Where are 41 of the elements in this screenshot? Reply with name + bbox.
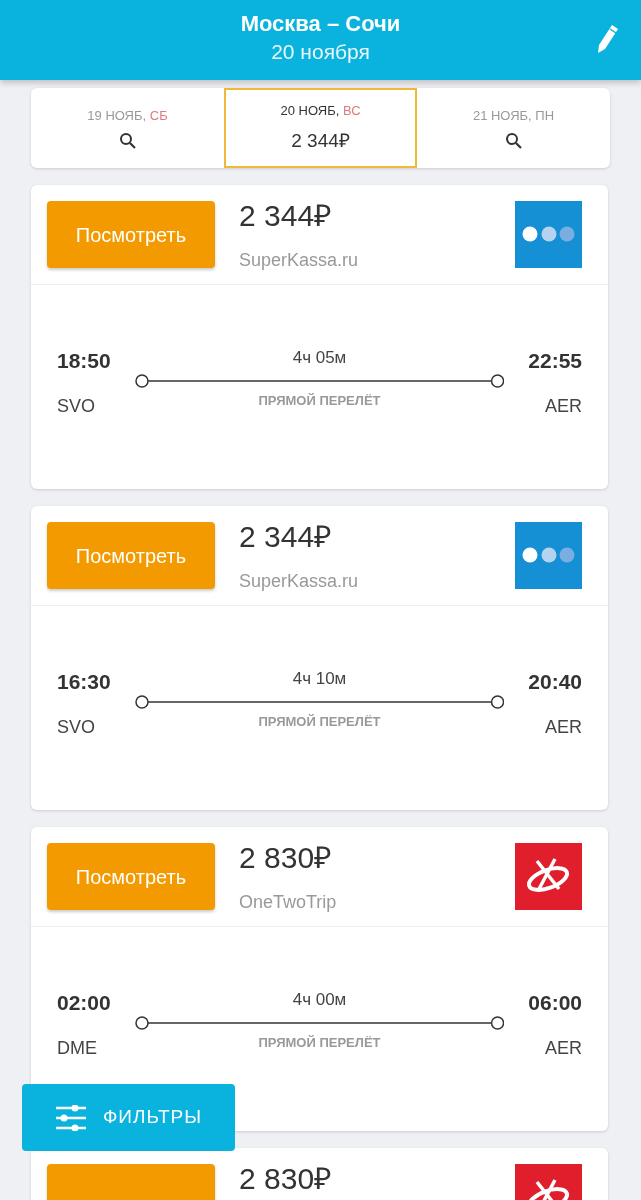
departure-airport: SVO [57,715,96,739]
view-button[interactable]: Посмотреть [47,522,215,589]
departure-airport: DME [57,1036,98,1060]
departure-time: 02:00 [57,990,111,1016]
seller-name: SuperKassa.ru [239,570,360,593]
arrival-time: 20:40 [528,669,582,695]
date-tab[interactable]: 21 НОЯБ, ПН [417,88,610,168]
dots-logo-icon [515,201,582,268]
price-text: 2 344₽ [239,201,333,231]
swirl-logo-icon [515,843,582,910]
seller-name: OneTwoTrip [239,891,338,914]
flight-duration: 4ч 10м [292,668,347,690]
arrival-airport: AER [545,1036,582,1060]
arrival-airport: AER [545,394,582,418]
date-tab[interactable]: 19 НОЯБ, СБ [31,88,224,168]
view-button[interactable]: Посмотреть [47,201,215,268]
search-icon [118,131,137,150]
arrival-time: 06:00 [528,990,582,1016]
date-subtitle: 20 ноября [271,39,370,66]
departure-time: 18:50 [57,348,111,374]
seller-name: SuperKassa.ru [239,249,360,272]
arrival-time: 22:55 [528,348,582,374]
dots-logo-icon [515,522,582,589]
flight-type-label: ПРЯМОЙ ПЕРЕЛЁТ [258,1033,381,1052]
filters-button[interactable]: ФИЛЬТРЫ [22,1084,235,1151]
view-button[interactable]: Посмотреть [47,843,215,910]
price-text: 2 830₽ [239,843,333,873]
departure-time: 16:30 [57,669,111,695]
arrival-airport: AER [545,715,582,739]
search-icon [504,131,523,150]
flight-type-label: ПРЯМОЙ ПЕРЕЛЁТ [258,712,381,731]
price-text: 2 344₽ [239,522,333,552]
date-tab[interactable]: 20 НОЯБ, ВС 2 344₽ [224,88,417,168]
sliders-icon [54,1104,87,1131]
price-text: 2 830₽ [239,1164,333,1194]
departure-airport: SVO [57,394,96,418]
flight-type-label: ПРЯМОЙ ПЕРЕЛЁТ [258,391,381,410]
flight-duration: 4ч 00м [292,989,347,1011]
flight-duration: 4ч 05м [292,347,347,369]
pencil-icon[interactable] [595,24,619,54]
route-title: Москва – Сочи [240,12,401,37]
